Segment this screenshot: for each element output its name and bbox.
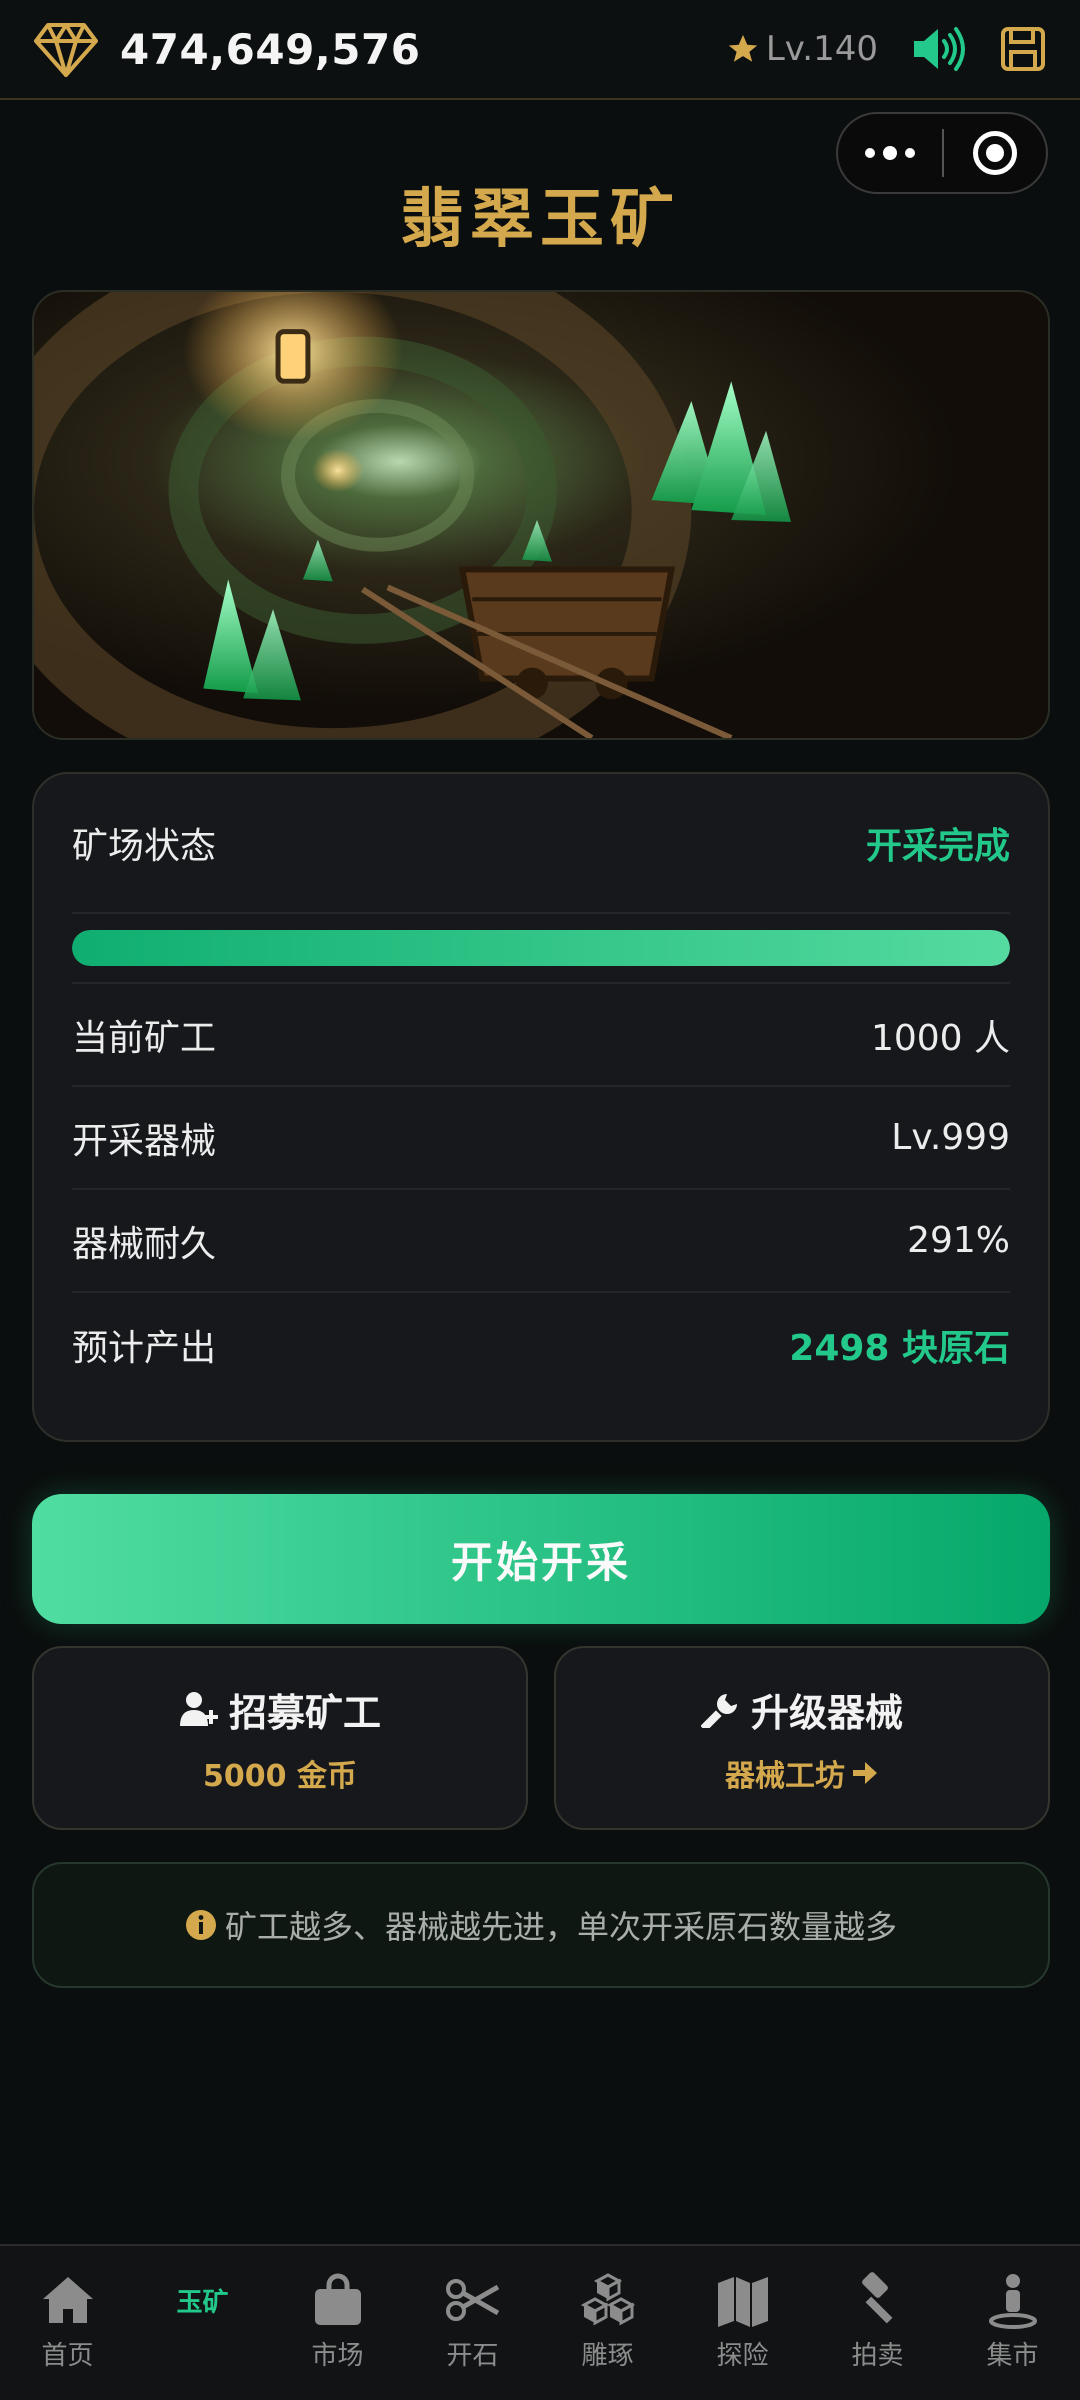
- info-icon: [185, 1910, 216, 1940]
- stat-row-output: 预计产出 2498 块原石: [72, 1293, 1010, 1396]
- star-icon: [728, 34, 758, 62]
- nav-label: 雕琢: [581, 2341, 634, 2371]
- tip-text: 矿工越多、器械越先进，单次开采原石数量越多: [224, 1908, 897, 1946]
- status-row: 矿场状态 开采完成: [72, 774, 1010, 914]
- recruit-cost: 5000 金币: [203, 1758, 357, 1794]
- stat-value: 2498 块原石: [789, 1327, 1010, 1369]
- gavel-icon: [861, 2272, 892, 2324]
- nav-item-auction[interactable]: 拍卖: [810, 2246, 945, 2400]
- page-title: 翡翠玉矿: [400, 183, 680, 257]
- stat-row-durability: 器械耐久 291%: [72, 1190, 1010, 1293]
- more-dots-icon[interactable]: [838, 146, 942, 160]
- person-icon: [988, 2274, 1037, 2329]
- action-buttons: 招募矿工 5000 金币 升级器械 器械工坊: [32, 1646, 1050, 1830]
- nav-item-bazaar[interactable]: 集市: [945, 2246, 1080, 2400]
- nav-item-mine[interactable]: 玉矿: [135, 2246, 270, 2400]
- level-text: Lv.140: [765, 29, 878, 69]
- diamond-icon: [34, 23, 98, 77]
- nav-label: 集市: [986, 2341, 1039, 2371]
- player-level: Lv.140: [726, 29, 878, 69]
- nav-label: 玉矿: [176, 2288, 229, 2318]
- top-bar: 474,649,576 Lv.140: [0, 0, 1080, 100]
- scissors-icon: [445, 2279, 499, 2321]
- stat-label: 开采器械: [72, 1120, 217, 1162]
- stat-value: Lv.999: [891, 1117, 1010, 1158]
- status-label: 矿场状态: [72, 826, 217, 867]
- shopping-bag-icon: [314, 2273, 361, 2325]
- upgrade-workshop-link: 器械工坊: [725, 1758, 845, 1794]
- stat-label: 预计产出: [72, 1327, 217, 1369]
- stat-value: 1000 人: [870, 1017, 1010, 1059]
- bottom-nav: 首页 玉矿 市场 开石 雕琢 探险 拍卖 集市: [0, 2244, 1080, 2400]
- wrench-icon: [700, 1694, 737, 1728]
- nav-item-home[interactable]: 首页: [0, 2246, 135, 2400]
- stat-value: 291%: [907, 1220, 1010, 1261]
- stat-row-miners: 当前矿工 1000 人: [72, 984, 1010, 1087]
- nav-item-explore[interactable]: 探险: [675, 2246, 810, 2400]
- stat-row-equipment: 开采器械 Lv.999: [72, 1087, 1010, 1190]
- nav-label: 拍卖: [851, 2341, 904, 2371]
- nav-label: 开石: [446, 2341, 499, 2371]
- nav-label: 首页: [41, 2341, 94, 2371]
- nav-item-cut-stone[interactable]: 开石: [405, 2246, 540, 2400]
- nav-label: 探险: [716, 2341, 769, 2371]
- upgrade-equipment-button[interactable]: 升级器械 器械工坊: [554, 1646, 1050, 1830]
- stat-label: 器械耐久: [72, 1223, 217, 1265]
- recruit-title: 招募矿工: [228, 1690, 381, 1735]
- volume-icon[interactable]: [912, 25, 966, 73]
- nav-item-carve[interactable]: 雕琢: [540, 2246, 675, 2400]
- nav-item-market[interactable]: 市场: [270, 2246, 405, 2400]
- arrow-right-icon: [853, 1761, 877, 1784]
- mining-progress-bar: [72, 930, 1010, 966]
- cubes-icon: [580, 2273, 635, 2326]
- stat-label: 当前矿工: [72, 1017, 217, 1059]
- app-screen: 474,649,576 Lv.140 翡翠玉矿 矿场状态 开采完成 当前矿工 1…: [0, 0, 1080, 2400]
- progress-fill: [72, 930, 1010, 966]
- nav-label: 市场: [311, 2341, 364, 2371]
- info-tip: 矿工越多、器械越先进，单次开采原石数量越多: [32, 1862, 1050, 1988]
- user-plus-icon: [179, 1692, 218, 1726]
- status-value: 开采完成: [865, 826, 1010, 867]
- recruit-miners-button[interactable]: 招募矿工 5000 金币: [32, 1646, 528, 1830]
- progress-row: [72, 914, 1010, 984]
- home-icon: [42, 2277, 93, 2323]
- start-mining-button[interactable]: 开始开采: [32, 1494, 1050, 1624]
- mine-scene-image: [32, 290, 1050, 740]
- save-icon[interactable]: [1000, 26, 1046, 72]
- upgrade-title: 升级器械: [750, 1690, 903, 1735]
- mine-status-card: 矿场状态 开采完成 当前矿工 1000 人 开采器械 Lv.999 器械耐久 2…: [32, 772, 1050, 1442]
- map-icon: [717, 2277, 768, 2327]
- coin-balance: 474,649,576: [120, 24, 421, 74]
